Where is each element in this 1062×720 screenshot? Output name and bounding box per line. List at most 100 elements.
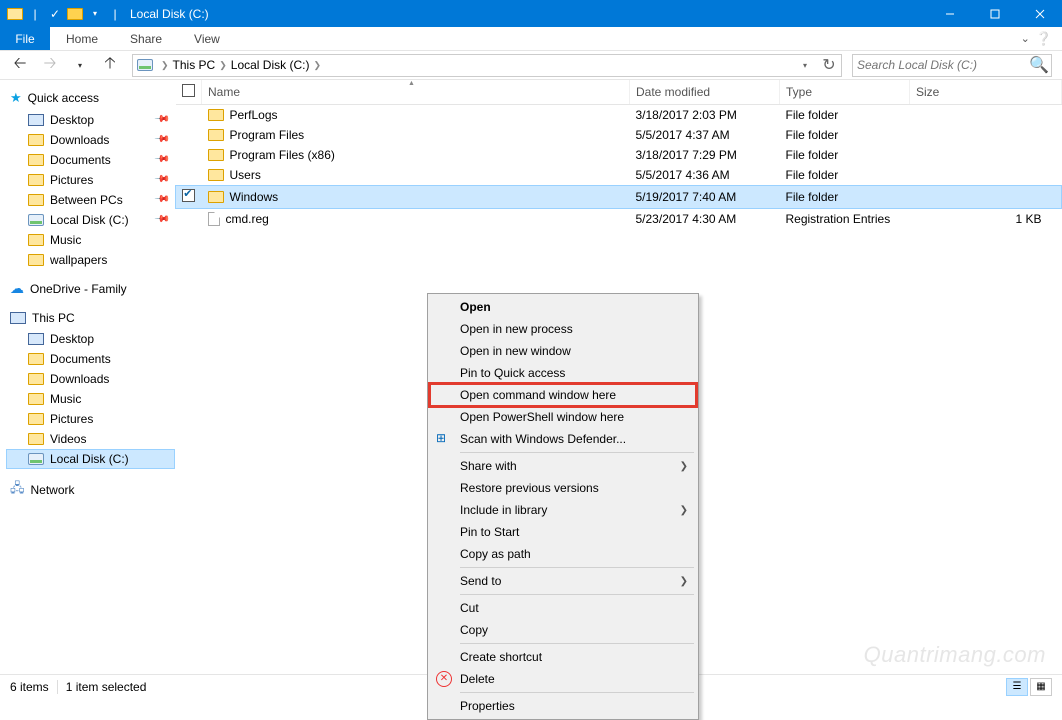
share-tab[interactable]: Share	[114, 27, 178, 50]
chevron-right-icon[interactable]: ❯	[159, 60, 171, 71]
context-menu-item[interactable]: Pin to Start	[430, 521, 696, 543]
navigation-pane[interactable]: ★Quick access Desktop📌Downloads📌Document…	[0, 80, 175, 674]
address-dropdown[interactable]: ▾	[795, 55, 815, 76]
details-view-button[interactable]: ☰	[1006, 678, 1028, 696]
thispc-header[interactable]: This PC	[6, 307, 175, 329]
search-input[interactable]	[853, 58, 1027, 72]
forward-button[interactable]: 🡢	[38, 53, 62, 77]
sidebar-item[interactable]: Local Disk (C:)📌	[6, 210, 175, 230]
folder-icon	[208, 191, 224, 203]
context-menu-item[interactable]: Share with❯	[430, 455, 696, 477]
context-menu-item[interactable]: Pin to Quick access	[430, 362, 696, 384]
star-icon: ★	[10, 90, 22, 106]
file-name: Program Files	[230, 128, 305, 142]
refresh-button[interactable]: ↻	[819, 55, 839, 76]
file-size	[910, 145, 1062, 165]
name-column-header[interactable]: Name	[202, 80, 630, 105]
folder-icon	[28, 214, 44, 226]
network-icon: 🖧	[10, 479, 25, 501]
icons-view-button[interactable]: ▦	[1030, 678, 1052, 696]
file-row[interactable]: Windows 5/19/2017 7:40 AM File folder	[176, 186, 1062, 209]
back-button[interactable]: 🡠	[8, 53, 32, 77]
context-menu-item[interactable]: Open	[430, 296, 696, 318]
folder-icon	[28, 353, 44, 365]
breadcrumb-this-pc[interactable]: This PC	[173, 58, 216, 72]
context-menu-item[interactable]: Open in new process	[430, 318, 696, 340]
context-menu-item[interactable]: Send to❯	[430, 570, 696, 592]
qat-divider2: |	[106, 5, 124, 23]
home-tab[interactable]: Home	[50, 27, 114, 50]
sidebar-item[interactable]: Documents	[6, 349, 175, 369]
minimize-button[interactable]	[927, 0, 972, 27]
select-all-checkbox[interactable]	[182, 84, 195, 97]
file-row[interactable]: Program Files 5/5/2017 4:37 AM File fold…	[176, 125, 1062, 145]
qat-newfolder-icon[interactable]	[66, 5, 84, 23]
sidebar-item[interactable]: Documents📌	[6, 150, 175, 170]
file-name: PerfLogs	[230, 108, 278, 122]
context-menu-item[interactable]: Copy as path	[430, 543, 696, 565]
qat-dropdown-icon[interactable]: ▾	[86, 5, 104, 23]
context-menu-item[interactable]: Cut	[430, 597, 696, 619]
sidebar-item[interactable]: Pictures	[6, 409, 175, 429]
help-icon[interactable]: ❔	[1036, 31, 1052, 47]
sidebar-item[interactable]: Local Disk (C:)	[6, 449, 175, 469]
folder-icon	[208, 149, 224, 161]
context-menu-item[interactable]: ✕Delete	[430, 668, 696, 690]
file-list[interactable]: Name Date modified Type Size PerfLogs 3/…	[175, 80, 1062, 674]
search-box[interactable]: 🔍	[852, 54, 1052, 77]
sidebar-item[interactable]: Pictures📌	[6, 170, 175, 190]
chevron-right-icon[interactable]: ❯	[217, 60, 229, 71]
defender-icon: ⊞	[436, 431, 452, 447]
folder-icon	[28, 134, 44, 146]
sidebar-item[interactable]: wallpapers	[6, 250, 175, 270]
ribbon-expand-icon[interactable]: ⌄	[1021, 32, 1030, 45]
file-row[interactable]: Program Files (x86) 3/18/2017 7:29 PM Fi…	[176, 145, 1062, 165]
row-checkbox[interactable]	[182, 189, 195, 202]
sidebar-item[interactable]: Downloads	[6, 369, 175, 389]
breadcrumb-drive[interactable]: Local Disk (C:)	[231, 58, 310, 72]
maximize-button[interactable]	[972, 0, 1017, 27]
file-row[interactable]: Users 5/5/2017 4:36 AM File folder	[176, 165, 1062, 186]
context-menu-item[interactable]: Restore previous versions	[430, 477, 696, 499]
folder-icon	[28, 373, 44, 385]
sidebar-item[interactable]: Music	[6, 230, 175, 250]
onedrive-header[interactable]: ☁OneDrive - Family	[6, 276, 175, 301]
close-button[interactable]	[1017, 0, 1062, 27]
file-row[interactable]: PerfLogs 3/18/2017 2:03 PM File folder	[176, 105, 1062, 126]
sidebar-item[interactable]: Between PCs📌	[6, 190, 175, 210]
context-menu-item[interactable]: Copy	[430, 619, 696, 641]
folder-icon	[28, 393, 44, 405]
title-bar: | ✓ ▾ | Local Disk (C:)	[0, 0, 1062, 27]
folder-icon	[28, 254, 44, 266]
file-tab[interactable]: File	[0, 27, 50, 50]
date-column-header[interactable]: Date modified	[630, 80, 780, 105]
file-row[interactable]: cmd.reg 5/23/2017 4:30 AM Registration E…	[176, 209, 1062, 230]
sidebar-item[interactable]: Desktop📌	[6, 110, 175, 130]
context-menu-item[interactable]: Open in new window	[430, 340, 696, 362]
chevron-right-icon[interactable]: ❯	[311, 60, 323, 71]
file-size	[910, 125, 1062, 145]
type-column-header[interactable]: Type	[780, 80, 910, 105]
file-type: File folder	[780, 145, 910, 165]
context-menu-item[interactable]: Open command window here	[430, 384, 696, 406]
network-header[interactable]: 🖧Network	[6, 475, 175, 505]
context-menu-item[interactable]: Open PowerShell window here	[430, 406, 696, 428]
view-tab[interactable]: View	[178, 27, 236, 50]
recent-dropdown[interactable]: ▾	[68, 53, 92, 77]
context-menu-item[interactable]: Properties	[430, 695, 696, 717]
size-column-header[interactable]: Size	[910, 80, 1062, 105]
context-menu-item[interactable]: Include in library❯	[430, 499, 696, 521]
context-menu-item[interactable]: Create shortcut	[430, 646, 696, 668]
sidebar-item[interactable]: Music	[6, 389, 175, 409]
sidebar-item[interactable]: Desktop	[6, 329, 175, 349]
sidebar-item[interactable]: Downloads📌	[6, 130, 175, 150]
address-bar[interactable]: ❯ This PC ❯ Local Disk (C:) ❯ ▾ ↻	[132, 54, 842, 77]
quick-access-header[interactable]: ★Quick access	[6, 86, 175, 110]
item-count: 6 items	[10, 680, 49, 694]
delete-icon: ✕	[436, 671, 452, 687]
context-menu-item[interactable]: ⊞Scan with Windows Defender...	[430, 428, 696, 450]
sidebar-item[interactable]: Videos	[6, 429, 175, 449]
search-icon[interactable]: 🔍	[1027, 55, 1051, 75]
up-button[interactable]: 🡡	[98, 53, 122, 77]
qat-properties-icon[interactable]: ✓	[46, 5, 64, 23]
